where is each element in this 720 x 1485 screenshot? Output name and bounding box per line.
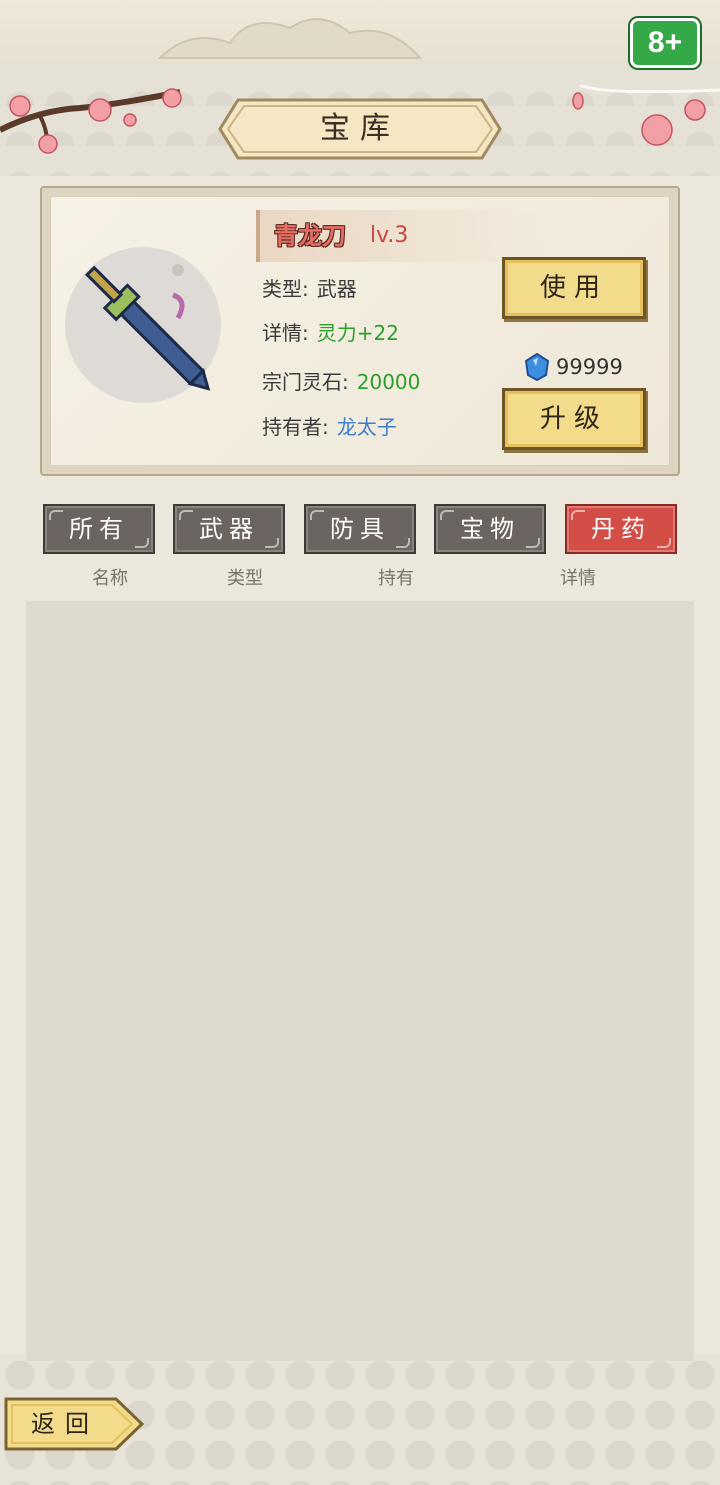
type-row: 类型: 武器 — [262, 274, 357, 304]
tab-treasures-label: 宝物 — [460, 515, 520, 543]
upgrade-button[interactable]: 升级 — [502, 388, 646, 450]
item-name: 青龙刀 — [274, 222, 346, 250]
column-header-type: 类型 — [227, 568, 263, 589]
owner-label: 持有者: — [262, 415, 329, 439]
sect-stone-value: 20000 — [356, 370, 421, 394]
sect-stone-label: 宗门灵石: — [262, 370, 349, 394]
owner-value[interactable]: 龙太子 — [337, 415, 397, 439]
sect-stone-row: 宗门灵石: 20000 — [262, 367, 420, 397]
tab-all-label: 所有 — [69, 515, 129, 543]
type-value: 武器 — [316, 277, 357, 301]
type-label: 类型: — [262, 277, 309, 301]
plum-branch-decoration — [0, 88, 182, 154]
column-header-owned: 持有 — [378, 568, 414, 589]
use-button[interactable]: 使用 — [502, 257, 646, 319]
item-level: lv.3 — [370, 223, 409, 248]
detail-value: 灵力+22 — [316, 321, 399, 345]
tab-all[interactable]: 所有 — [43, 504, 155, 554]
back-button-label: 返回 — [31, 1410, 99, 1438]
column-header-name: 名称 — [92, 568, 128, 589]
qinglong-blade-icon — [65, 247, 221, 403]
detail-label: 详情: — [262, 321, 309, 345]
detail-row: 详情: 灵力+22 — [262, 318, 399, 348]
page-title: 宝库 — [320, 111, 400, 146]
tab-armor-label: 防具 — [330, 515, 390, 543]
tab-weapons-label: 武器 — [199, 515, 259, 543]
tab-pills[interactable]: 丹药 — [565, 504, 677, 554]
gem-count: 99999 — [556, 355, 623, 379]
tab-weapons[interactable]: 武器 — [173, 504, 285, 554]
blue-gem-icon — [524, 353, 550, 381]
tab-pills-label: 丹药 — [591, 515, 651, 543]
cloud-decoration — [157, 18, 423, 59]
age-rating-badge: 8+ — [630, 18, 700, 68]
tab-treasures[interactable]: 宝物 — [434, 504, 546, 554]
item-list[interactable] — [26, 601, 694, 1361]
tab-armor[interactable]: 防具 — [304, 504, 416, 554]
owner-row: 持有者: 龙太子 — [262, 412, 397, 442]
blossom-decoration — [572, 85, 720, 146]
column-header-detail: 详情 — [560, 568, 596, 589]
